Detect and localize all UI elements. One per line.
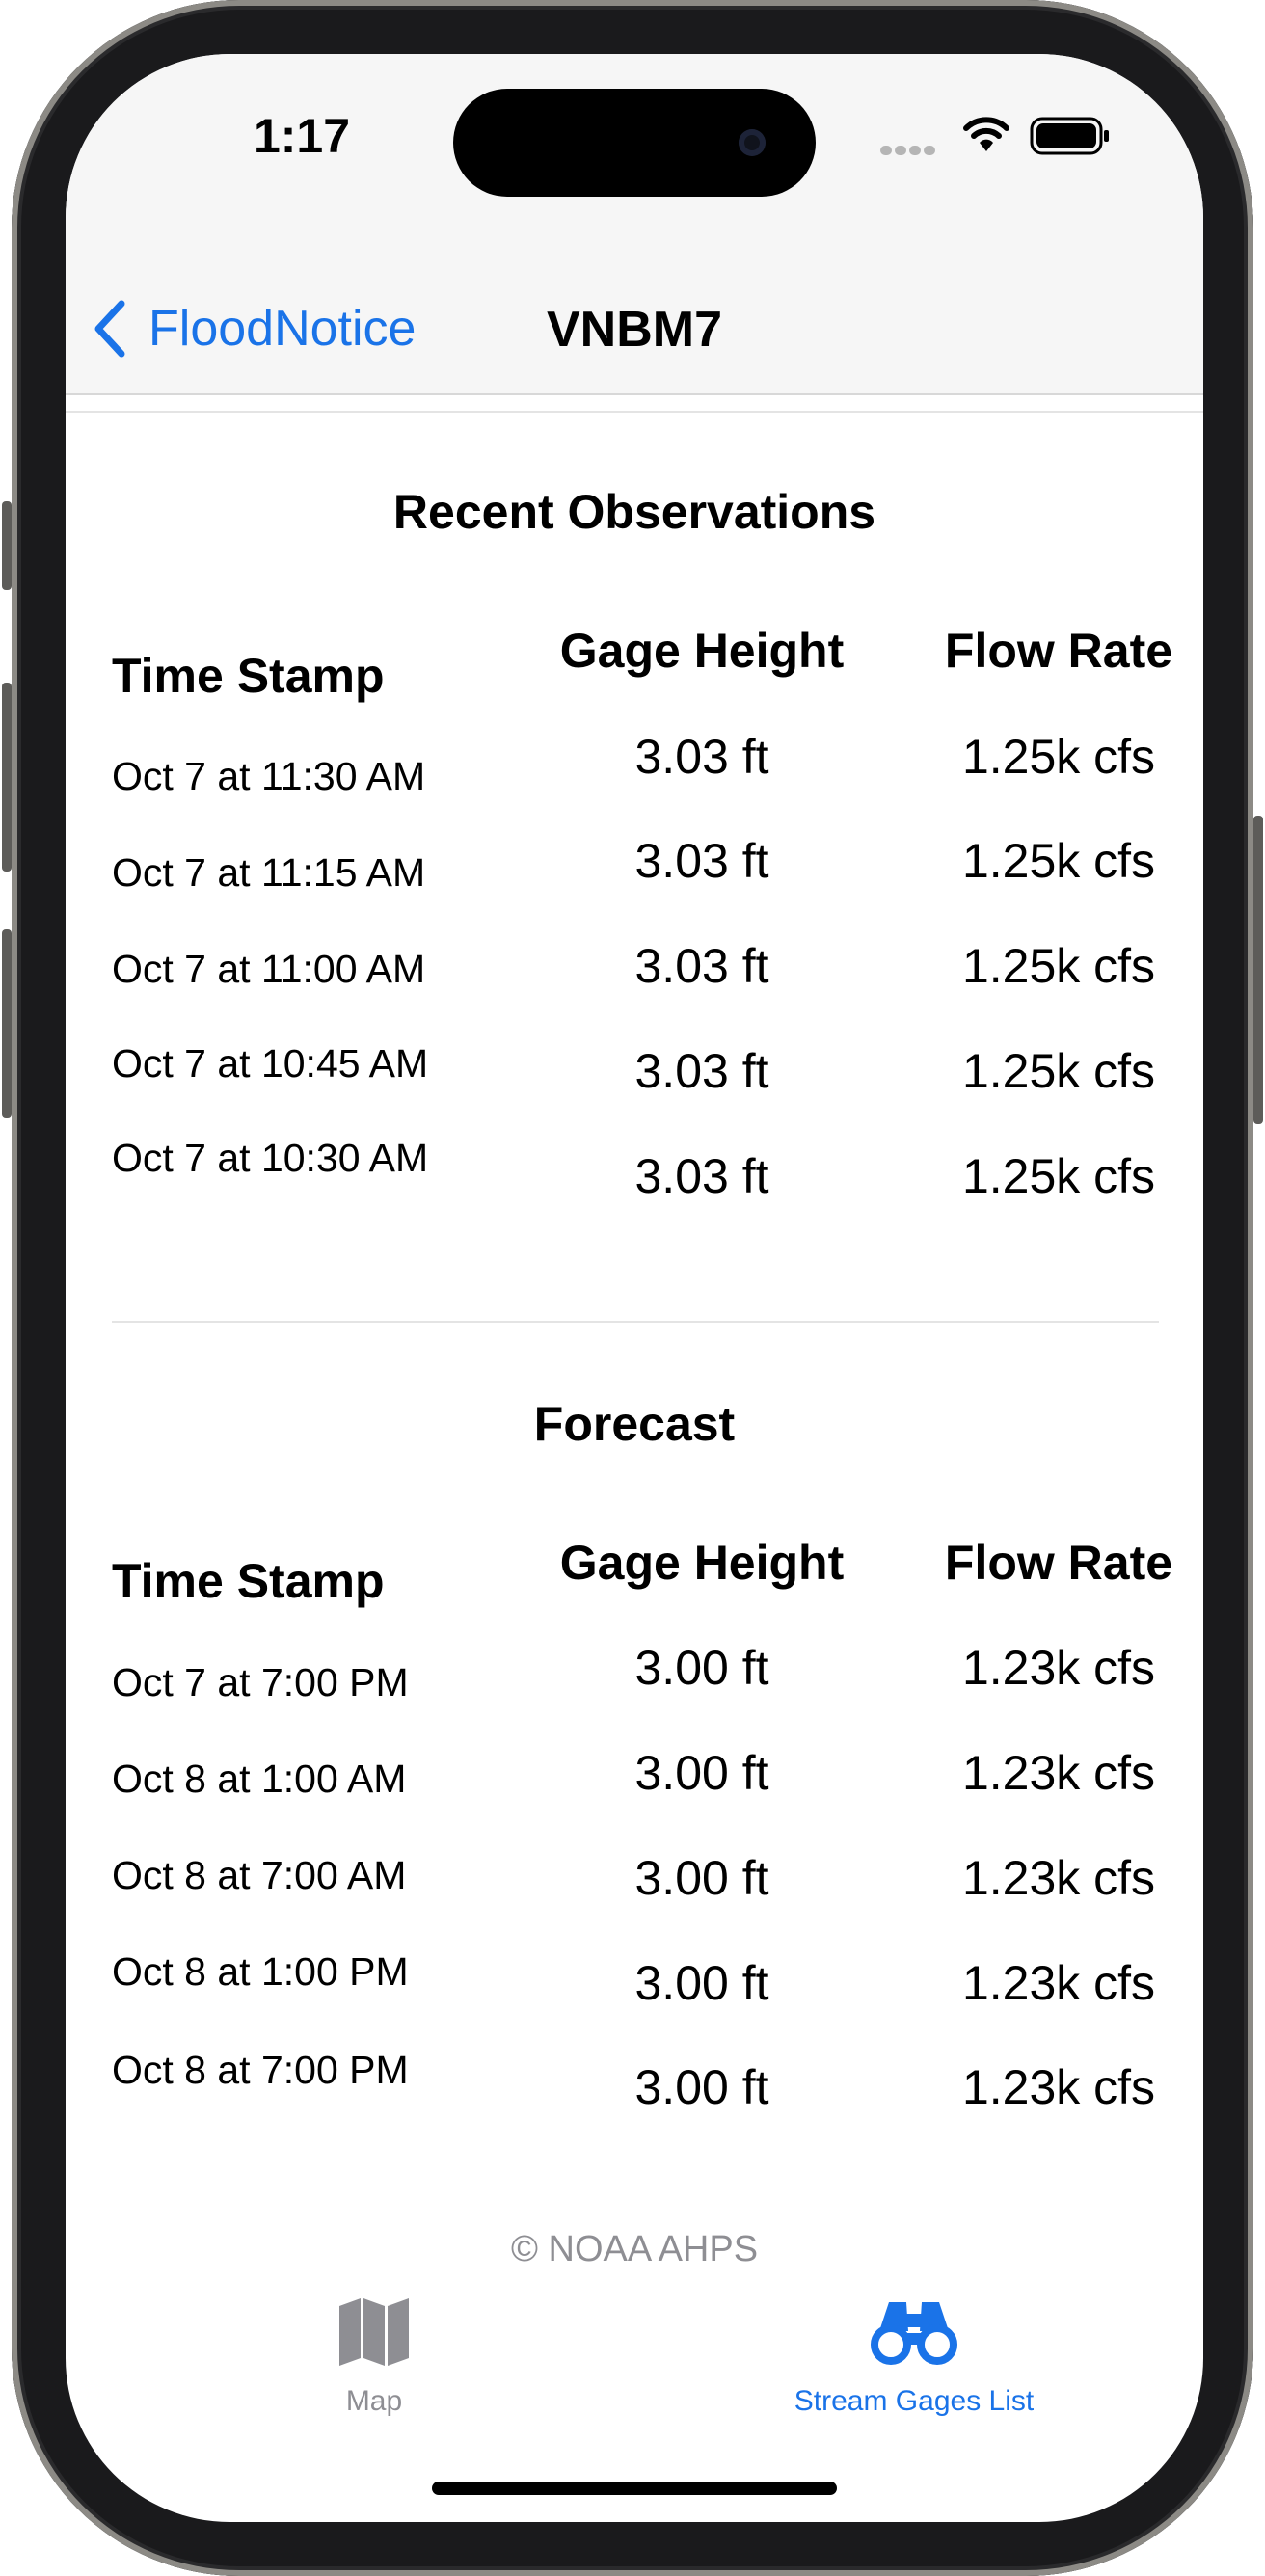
tab-stream-gages-list-label: Stream Gages List [794,2385,1035,2417]
obs-row-2-time: Oct 7 at 11:15 AM [112,850,426,895]
binoculars-icon [871,2302,957,2365]
fc-row-1-gage: 3.00 ft [634,1641,769,1695]
battery-icon [1030,117,1109,155]
fc-row-2-gage: 3.00 ft [634,1746,769,1800]
home-indicator[interactable] [432,2482,837,2495]
obs-header-flow-rate: Flow Rate [944,624,1173,678]
wifi-icon [963,117,1009,151]
fc-row-5-gage: 3.00 ft [634,2060,769,2114]
fc-row-4-time: Oct 8 at 1:00 PM [112,1949,409,1994]
obs-row-2-flow: 1.25k cfs [961,834,1156,888]
obs-row-4-time: Oct 7 at 10:45 AM [112,1041,429,1086]
status-time: 1:17 [253,109,351,163]
status-bar: 1:17 [66,54,1203,199]
obs-header-gage-height: Gage Height [559,624,845,678]
obs-row-3-gage: 3.03 ft [634,939,769,993]
obs-row-3-time: Oct 7 at 11:00 AM [112,947,426,991]
fc-row-5-flow: 1.23k cfs [961,2060,1156,2114]
page-title: VNBM7 [546,302,723,358]
tab-stream-gages-list[interactable]: Stream Gages List [760,2296,1068,2418]
obs-row-5-flow: 1.25k cfs [961,1149,1156,1203]
fc-row-4-flow: 1.23k cfs [961,1956,1156,2010]
map-icon [339,2298,409,2366]
obs-row-3-flow: 1.25k cfs [961,939,1156,993]
navigation-bar: FloodNotice VNBM7 [66,199,1203,395]
fc-header-time-stamp: Time Stamp [112,1554,385,1608]
obs-row-5-gage: 3.03 ft [634,1149,769,1203]
observations-title: Recent Observations [392,485,876,539]
volume-up-button [2,683,12,872]
fc-row-2-flow: 1.23k cfs [961,1746,1156,1800]
tab-map[interactable]: Map [258,2296,490,2418]
obs-row-4-gage: 3.03 ft [634,1044,769,1098]
section-divider [112,1321,1159,1323]
obs-row-1-time: Oct 7 at 11:30 AM [112,754,426,798]
fc-row-1-flow: 1.23k cfs [961,1641,1156,1695]
obs-row-1-flow: 1.25k cfs [961,730,1156,784]
divider [66,411,1203,413]
fc-row-4-gage: 3.00 ft [634,1956,769,2010]
fc-row-5-time: Oct 8 at 7:00 PM [112,2048,409,2092]
fc-row-3-time: Oct 8 at 7:00 AM [112,1853,407,1897]
obs-row-4-flow: 1.25k cfs [961,1044,1156,1098]
back-button[interactable]: FloodNotice [91,295,416,362]
forecast-title: Forecast [533,1397,736,1451]
obs-row-5-time: Oct 7 at 10:30 AM [112,1136,429,1180]
camera-icon [739,129,766,156]
dynamic-island [453,89,816,197]
cellular-signal-icon [880,143,938,160]
fc-row-3-flow: 1.23k cfs [961,1851,1156,1905]
obs-row-2-gage: 3.03 ft [634,834,769,888]
fc-header-gage-height: Gage Height [559,1536,845,1590]
fc-row-1-time: Oct 7 at 7:00 PM [112,1660,409,1704]
volume-down-button [2,929,12,1118]
fc-row-3-gage: 3.00 ft [634,1851,769,1905]
screen: 1:17 FloodNotice VNBM7 Recent Observatio… [66,54,1203,2522]
fc-header-flow-rate: Flow Rate [944,1536,1173,1590]
back-button-label: FloodNotice [148,301,417,357]
obs-row-1-gage: 3.03 ft [634,730,769,784]
fc-row-2-time: Oct 8 at 1:00 AM [112,1757,407,1801]
obs-header-time-stamp: Time Stamp [112,649,385,703]
side-button [1253,816,1263,1124]
tab-map-label: Map [345,2385,403,2417]
copyright-notice: © NOAA AHPS [510,2229,759,2269]
action-button [2,501,12,590]
chevron-left-icon [94,300,125,358]
